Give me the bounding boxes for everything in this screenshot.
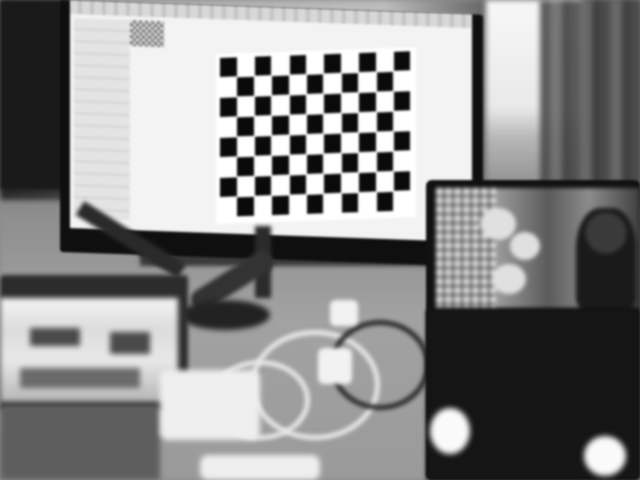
- checker-square: [237, 116, 254, 137]
- screen-content-block: [110, 332, 150, 354]
- checker-square: [220, 97, 237, 117]
- checker-square: [306, 74, 324, 94]
- checker-square: [393, 131, 411, 151]
- checker-square: [306, 154, 324, 174]
- checker-square: [324, 173, 341, 194]
- checker-square: [272, 115, 289, 136]
- checker-square: [289, 54, 307, 75]
- checker-square: [393, 51, 411, 71]
- app-sidebar: [74, 18, 130, 221]
- checker-square: [306, 114, 324, 134]
- checker-square: [272, 155, 289, 176]
- checker-square: [359, 52, 376, 73]
- checkerboard-thumbnail: [130, 20, 164, 48]
- checker-square: [289, 94, 307, 115]
- screen-blob: [510, 232, 540, 260]
- power-adapter: [318, 348, 352, 384]
- white-cup: [430, 408, 470, 454]
- checker-square: [220, 137, 237, 157]
- checker-square: [254, 96, 272, 116]
- checker-square: [254, 56, 272, 76]
- checker-square: [237, 156, 254, 177]
- checker-square: [220, 57, 237, 77]
- checker-square: [289, 174, 307, 195]
- checker-square: [237, 76, 254, 97]
- checker-square: [376, 71, 394, 92]
- checker-square: [324, 133, 341, 154]
- white-object: [200, 455, 320, 480]
- checker-square: [237, 196, 254, 217]
- checker-square: [289, 134, 307, 155]
- checker-square: [359, 132, 376, 153]
- checkerboard: [216, 47, 416, 225]
- white-object: [584, 436, 626, 476]
- checker-square: [254, 136, 272, 156]
- checker-square: [376, 151, 394, 172]
- checker-square: [341, 73, 359, 93]
- left-laptop-screen: [0, 298, 178, 402]
- tablet-screen: [436, 188, 640, 308]
- photo-scene: [0, 0, 640, 480]
- curtain: [540, 0, 640, 210]
- checker-square: [341, 113, 359, 133]
- checker-square: [376, 191, 394, 212]
- checker-square: [393, 171, 411, 191]
- white-paper: [160, 370, 260, 440]
- screen-content-block: [20, 368, 140, 388]
- screen-content-block: [30, 328, 80, 346]
- checker-square: [254, 176, 272, 196]
- checker-square: [376, 111, 394, 132]
- checker-square: [324, 93, 341, 114]
- monitor-stand-base: [180, 300, 270, 330]
- person-figure: [576, 208, 636, 308]
- checker-square: [393, 91, 411, 111]
- checker-square: [341, 153, 359, 173]
- checker-square: [359, 172, 376, 193]
- checker-square: [324, 53, 341, 74]
- monitor-screen: [70, 0, 472, 243]
- checker-square: [272, 75, 289, 96]
- left-laptop-keyboard: [0, 405, 160, 480]
- checker-square: [306, 194, 324, 214]
- plug: [330, 300, 358, 326]
- screen-blob: [492, 264, 526, 294]
- checker-square: [341, 193, 359, 213]
- checker-square: [359, 92, 376, 113]
- screen-blob: [480, 208, 516, 240]
- checker-square: [272, 195, 289, 216]
- checker-square: [220, 177, 237, 197]
- thumbnail-grid: [436, 188, 496, 308]
